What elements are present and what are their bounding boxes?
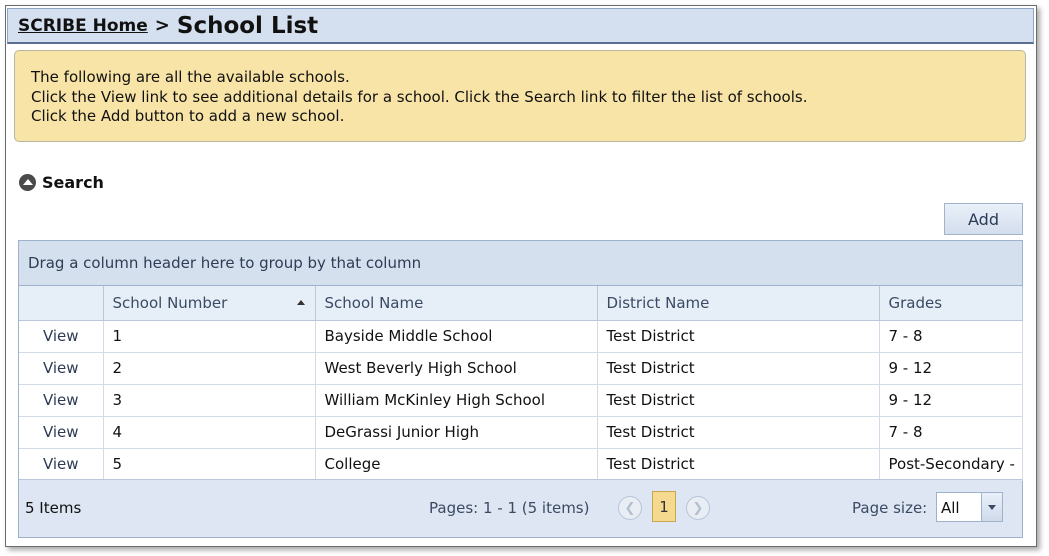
schools-grid: Drag a column header here to group by th… [18, 240, 1023, 538]
district-name-cell: Test District [597, 384, 880, 417]
grades-cell: 7 - 8 [879, 320, 1023, 353]
info-line: Click the View link to see additional de… [31, 87, 808, 106]
school-number-cell: 2 [103, 352, 316, 385]
view-link[interactable]: View [19, 320, 104, 353]
previous-page-icon[interactable]: ❮ [618, 496, 642, 520]
home-link[interactable]: SCRIBE Home [18, 16, 148, 36]
info-panel: The following are all the available scho… [14, 50, 1026, 142]
school-name-cell: William McKinley High School [315, 384, 598, 417]
group-by-panel[interactable]: Drag a column header here to group by th… [19, 241, 1022, 286]
district-name-cell: Test District [597, 416, 880, 449]
sort-ascending-icon [296, 299, 305, 305]
grades-cell: 7 - 8 [879, 416, 1023, 449]
column-header-actions [19, 286, 104, 321]
next-page-icon[interactable]: ❯ [686, 496, 710, 520]
column-header-school-number[interactable]: School Number [103, 286, 316, 321]
school-name-cell: DeGrassi Junior High [315, 416, 598, 449]
school-number-cell: 3 [103, 384, 316, 417]
grades-cell: Post-Secondary - [879, 448, 1023, 481]
column-header-school-name[interactable]: School Name [315, 286, 598, 321]
info-line: Click the Add button to add a new school… [31, 107, 345, 125]
view-link[interactable]: View [19, 416, 104, 449]
grid-pager: 5 Items Pages: 1 - 1 (5 items) ❮ 1 ❯ Pag… [19, 479, 1022, 537]
table-row: View 5 College Test District Post-Second… [19, 448, 1023, 481]
search-label[interactable]: Search [42, 173, 104, 192]
page-size-label: Page size: [852, 499, 928, 517]
pages-summary: Pages: 1 - 1 (5 items) [429, 499, 590, 517]
district-name-cell: Test District [597, 320, 880, 353]
school-name-cell: West Beverly High School [315, 352, 598, 385]
column-header-label: School Number [112, 293, 228, 312]
district-name-cell: Test District [597, 352, 880, 385]
view-link[interactable]: View [19, 384, 104, 417]
page-size-value: All [941, 499, 960, 517]
school-number-cell: 4 [103, 416, 316, 449]
chevron-down-icon[interactable] [981, 493, 1002, 521]
school-name-cell: Bayside Middle School [315, 320, 598, 353]
breadcrumb-separator: > [154, 15, 170, 36]
table-row: View 1 Bayside Middle School Test Distri… [19, 320, 1023, 353]
column-header-grades[interactable]: Grades [879, 286, 1023, 321]
table-row: View 2 West Beverly High School Test Dis… [19, 352, 1023, 385]
info-line: The following are all the available scho… [31, 68, 350, 86]
header-row: School Number School Name District Name … [19, 286, 1023, 321]
page-size-select[interactable]: All [936, 492, 1003, 522]
page-number-button[interactable]: 1 [652, 491, 676, 522]
items-count: 5 Items [25, 499, 82, 517]
column-header-district-name[interactable]: District Name [597, 286, 880, 321]
page-title: School List [176, 12, 319, 39]
search-toggle[interactable]: Search [19, 173, 104, 192]
add-button[interactable]: Add [944, 203, 1023, 235]
breadcrumb: SCRIBE Home > School List [7, 8, 1034, 44]
grades-cell: 9 - 12 [879, 384, 1023, 417]
district-name-cell: Test District [597, 448, 880, 481]
school-name-cell: College [315, 448, 598, 481]
table-row: View 3 William McKinley High School Test… [19, 384, 1023, 417]
view-link[interactable]: View [19, 352, 104, 385]
school-number-cell: 1 [103, 320, 316, 353]
schools-table: School Number School Name District Name … [19, 286, 1023, 481]
school-number-cell: 5 [103, 448, 316, 481]
collapse-up-icon[interactable] [19, 174, 36, 191]
grades-cell: 9 - 12 [879, 352, 1023, 385]
view-link[interactable]: View [19, 448, 104, 481]
table-row: View 4 DeGrassi Junior High Test Distric… [19, 416, 1023, 449]
